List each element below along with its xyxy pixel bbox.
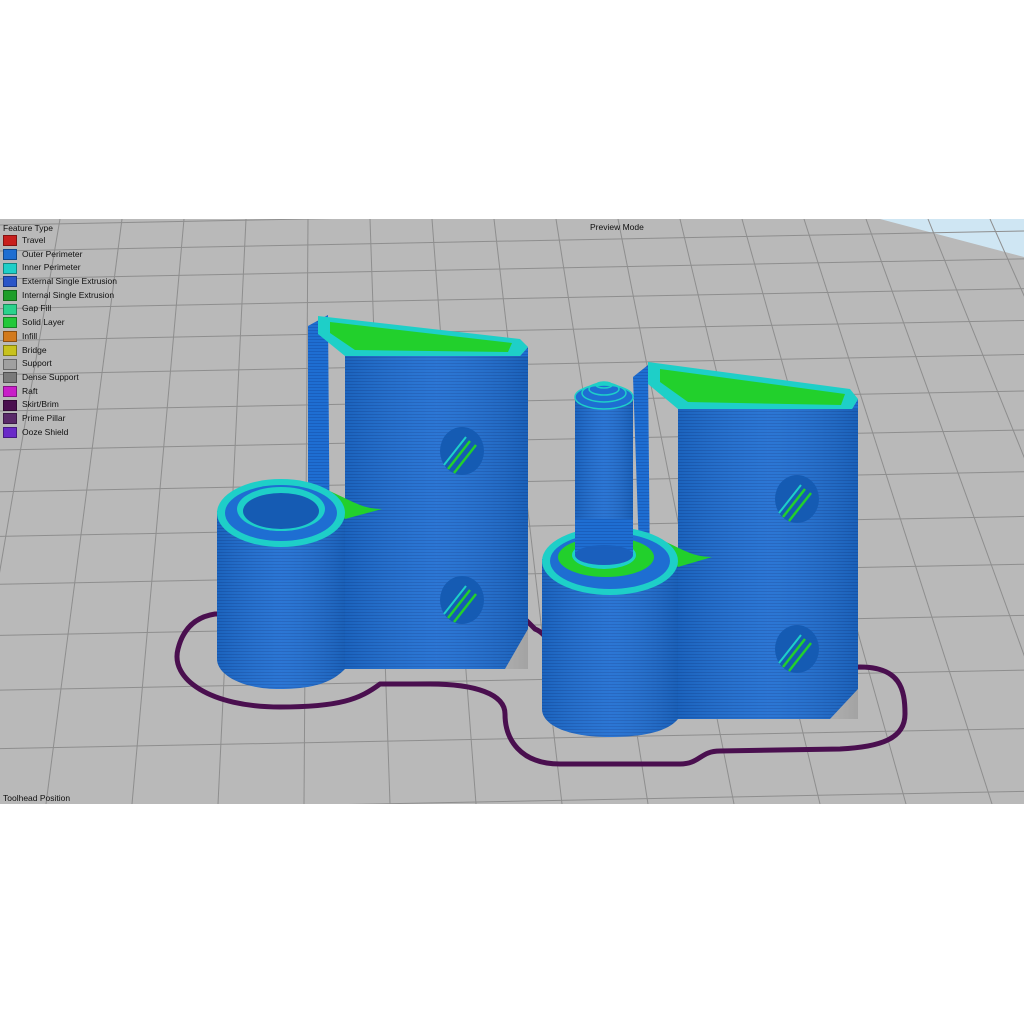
legend-swatch [3, 385, 17, 397]
print-preview-scene[interactable] [0, 219, 1024, 804]
legend-label: Outer Perimeter [22, 248, 83, 259]
legend-label: Support [22, 358, 52, 369]
legend-label: Raft [22, 385, 38, 396]
toolhead-position-label: Toolhead Position [3, 793, 71, 803]
legend-item: Bridge [3, 344, 117, 358]
legend-item: Solid Layer [3, 316, 117, 330]
legend-item: External Single Extrusion [3, 275, 117, 289]
legend-label: Infill [22, 330, 38, 341]
legend-swatch [3, 303, 17, 315]
legend-item: Dense Support [3, 371, 117, 385]
feature-type-legend: Feature Type Travel Outer Perimeter Inner … [3, 222, 117, 439]
legend-label: Solid Layer [22, 317, 65, 328]
legend-swatch [3, 290, 17, 302]
legend-swatch [3, 372, 17, 384]
preview-mode-label: Preview Mode [590, 222, 644, 232]
left-plate-hole-upper [440, 427, 484, 475]
legend-label: External Single Extrusion [22, 276, 117, 287]
legend-item: Raft [3, 385, 117, 399]
legend-swatch [3, 426, 17, 438]
right-plate-hole-lower [775, 625, 819, 673]
legend-label: Internal Single Extrusion [22, 289, 115, 300]
preview-viewport[interactable]: Feature Type Travel Outer Perimeter Inner … [0, 219, 1024, 804]
legend-swatch [3, 358, 17, 370]
legend-swatch [3, 249, 17, 261]
right-plate-hole-upper [775, 475, 819, 523]
legend-swatch [3, 413, 17, 425]
legend-swatch [3, 344, 17, 356]
legend-item: Outer Perimeter [3, 248, 117, 262]
right-hinge-part[interactable] [542, 362, 858, 737]
legend-label: Gap Fill [22, 303, 52, 314]
legend-label: Dense Support [22, 371, 79, 382]
legend-item: Ooze Shield [3, 426, 117, 440]
legend-label: Ooze Shield [22, 426, 69, 437]
left-plate-hole-lower [440, 576, 484, 624]
legend-item: Prime Pillar [3, 412, 117, 426]
legend-item: Travel [3, 234, 117, 248]
legend-swatch [3, 331, 17, 343]
legend-title: Feature Type [3, 223, 53, 233]
legend-label: Prime Pillar [22, 412, 66, 423]
legend-swatch [3, 235, 17, 247]
legend-swatch [3, 317, 17, 329]
legend-label: Skirt/Brim [22, 399, 59, 410]
legend-item: Internal Single Extrusion [3, 289, 117, 303]
legend-item: Support [3, 357, 117, 371]
legend-item: Skirt/Brim [3, 398, 117, 412]
legend-item: Infill [3, 330, 117, 344]
legend-item: Inner Perimeter [3, 261, 117, 275]
legend-label: Inner Perimeter [22, 262, 81, 273]
legend-label: Bridge [22, 344, 47, 355]
legend-label: Travel [22, 235, 46, 245]
legend-swatch [3, 262, 17, 274]
legend-swatch [3, 399, 17, 411]
legend-swatch [3, 276, 17, 288]
legend-item: Gap Fill [3, 302, 117, 316]
